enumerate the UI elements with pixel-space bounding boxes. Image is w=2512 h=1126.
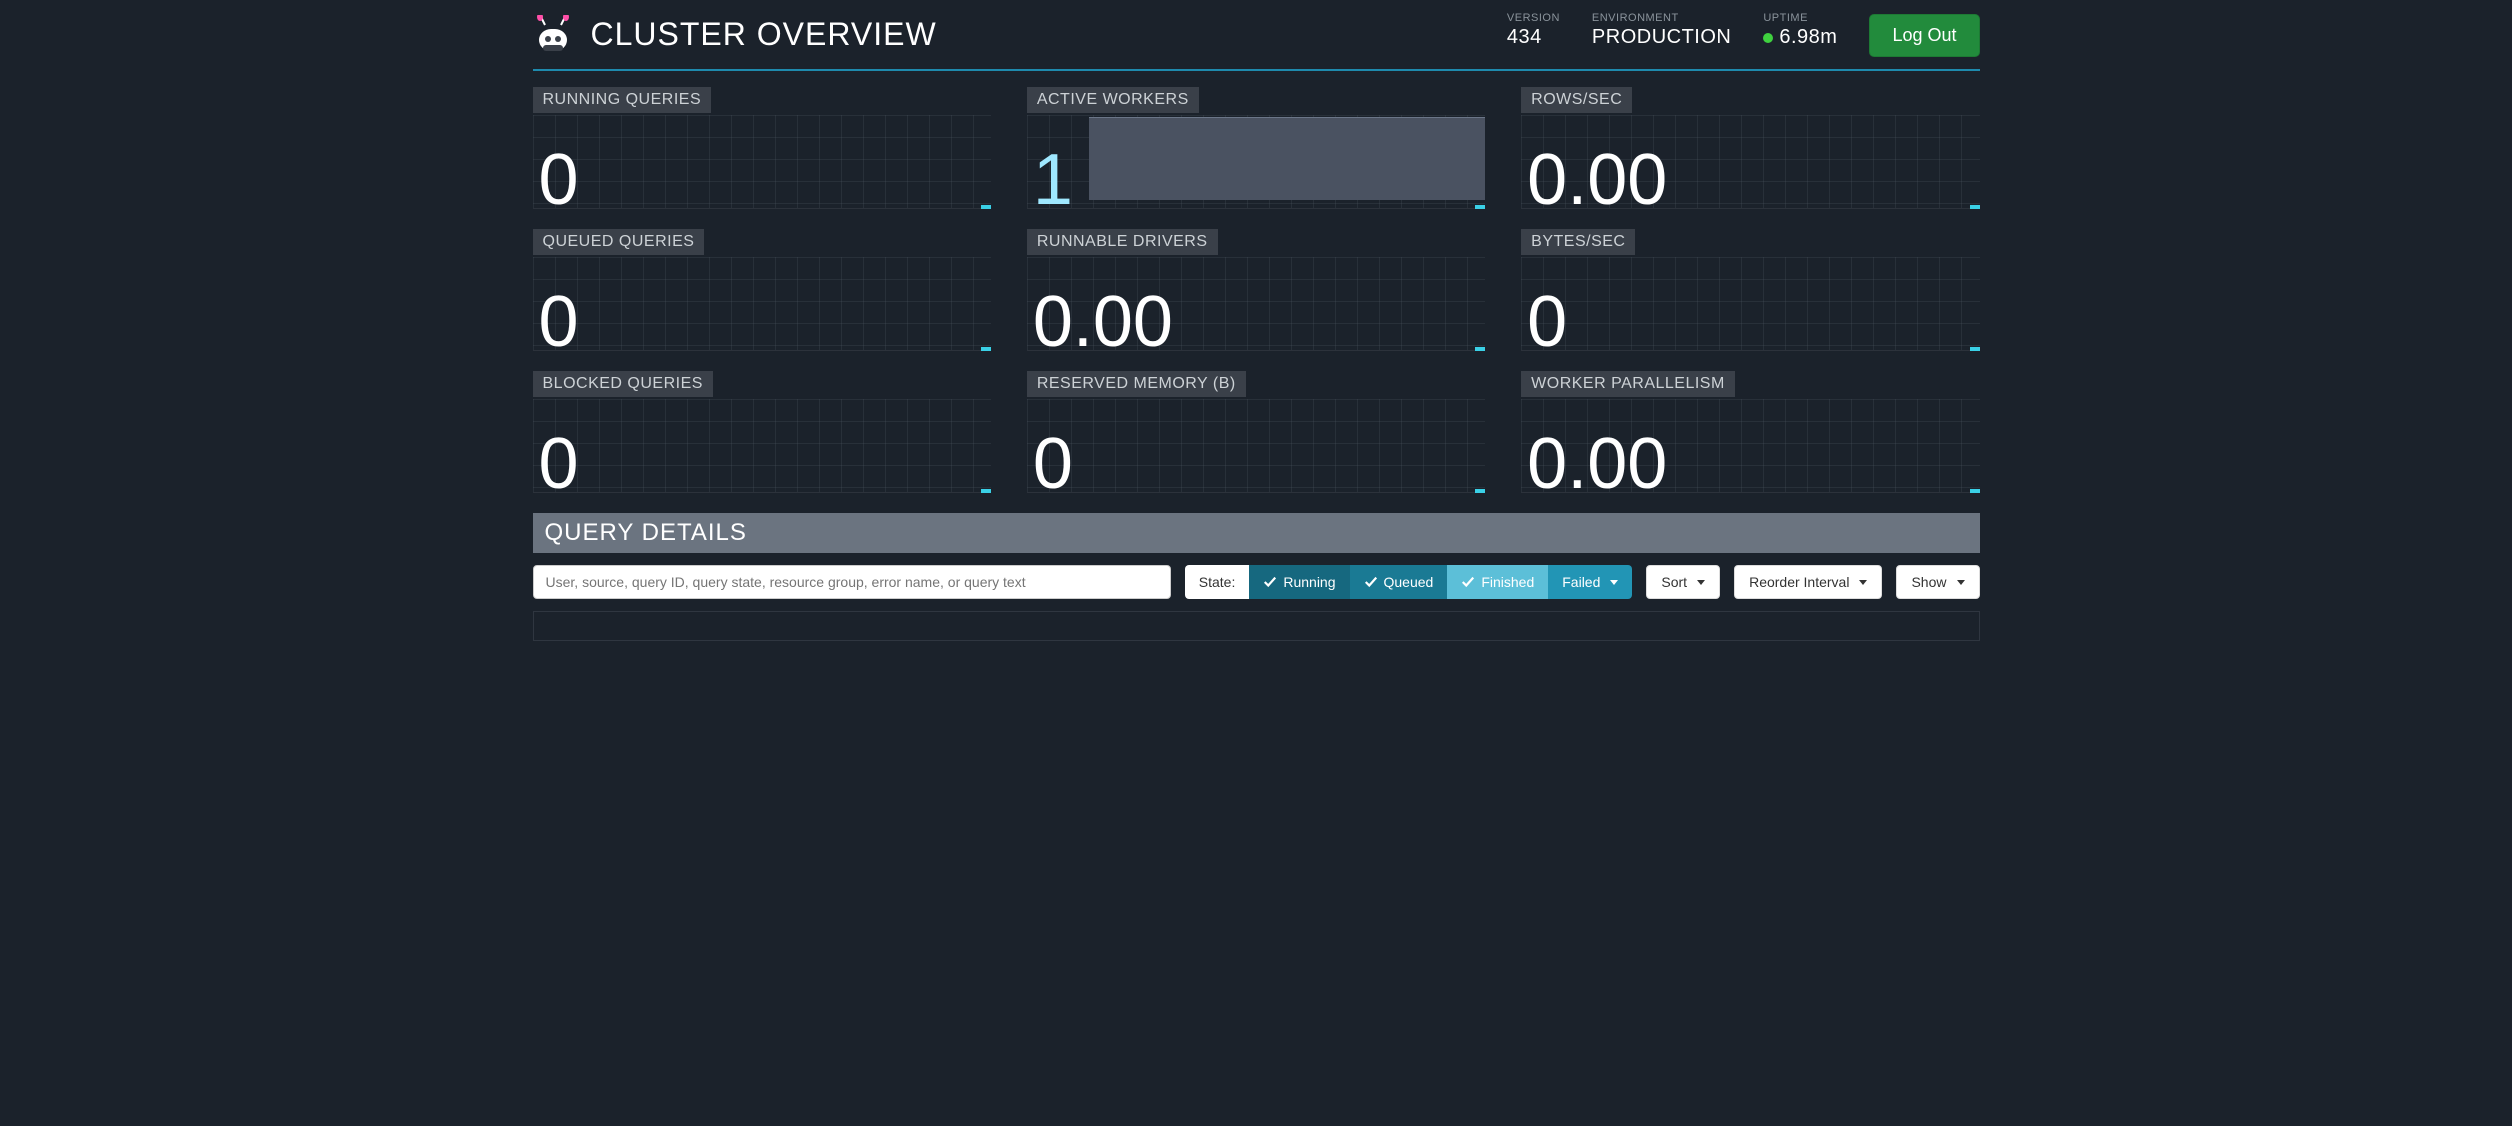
filter-finished-label: Finished [1481, 574, 1534, 590]
stat-reserved-memory: RESERVED MEMORY (B) 0 [1027, 371, 1485, 493]
environment-label: ENVIRONMENT [1592, 12, 1731, 24]
stat-value: 0.00 [1527, 428, 1667, 500]
stat-bytes-sec: BYTES/SEC 0 [1521, 229, 1979, 351]
stat-value: 0.00 [1527, 144, 1667, 216]
stat-active-workers: ACTIVE WORKERS 1 [1027, 87, 1485, 209]
version-label: VERSION [1507, 12, 1560, 24]
state-filter-group: State: Running Queued Finished Failed [1185, 565, 1633, 599]
stat-value: 0.00 [1033, 286, 1173, 358]
stats-grid: RUNNING QUERIES 0 ACTIVE WORKERS 1 ROWS/… [533, 71, 1980, 509]
stat-label: RUNNABLE DRIVERS [1027, 229, 1218, 255]
stat-rows-sec: ROWS/SEC 0.00 [1521, 87, 1979, 209]
logout-button[interactable]: Log Out [1869, 14, 1979, 57]
show-label: Show [1911, 574, 1946, 590]
sort-dropdown[interactable]: Sort [1646, 565, 1720, 599]
stat-runnable-drivers: RUNNABLE DRIVERS 0.00 [1027, 229, 1485, 351]
query-details-header: QUERY DETAILS [533, 513, 1980, 553]
filter-queued-button[interactable]: Queued [1350, 565, 1448, 599]
query-results-area [533, 611, 1980, 641]
stat-sparkline: 0.00 [1521, 399, 1979, 493]
filter-running-button[interactable]: Running [1249, 565, 1349, 599]
version-stat: VERSION 434 [1507, 12, 1560, 49]
stat-queued-queries: QUEUED QUERIES 0 [533, 229, 991, 351]
filter-queued-label: Queued [1384, 574, 1434, 590]
stat-sparkline: 0 [533, 115, 991, 209]
stat-label: RESERVED MEMORY (B) [1027, 371, 1246, 397]
check-icon [1263, 575, 1277, 589]
page-title: CLUSTER OVERVIEW [591, 16, 937, 53]
stat-label: WORKER PARALLELISM [1521, 371, 1735, 397]
query-search-input[interactable] [533, 565, 1171, 599]
state-label: State: [1185, 565, 1250, 599]
check-icon [1461, 575, 1475, 589]
stat-sparkline: 0 [533, 399, 991, 493]
filter-finished-button[interactable]: Finished [1447, 565, 1548, 599]
stat-value: 0 [539, 428, 579, 500]
stat-sparkline: 0.00 [1521, 115, 1979, 209]
stat-blocked-queries: BLOCKED QUERIES 0 [533, 371, 991, 493]
reorder-interval-dropdown[interactable]: Reorder Interval [1734, 565, 1882, 599]
trino-logo-icon [533, 15, 573, 55]
uptime-label: UPTIME [1763, 12, 1837, 24]
uptime-stat: UPTIME 6.98m [1763, 12, 1837, 49]
caret-down-icon [1697, 580, 1705, 585]
stat-value: 0 [539, 286, 579, 358]
version-value: 434 [1507, 26, 1560, 49]
stat-label: ACTIVE WORKERS [1027, 87, 1199, 113]
uptime-value: 6.98m [1779, 26, 1837, 49]
stat-sparkline: 1 [1027, 115, 1485, 209]
stat-value: 0 [1033, 428, 1073, 500]
filter-running-label: Running [1283, 574, 1335, 590]
stat-running-queries: RUNNING QUERIES 0 [533, 87, 991, 209]
stat-sparkline: 0 [1027, 399, 1485, 493]
query-details-title: QUERY DETAILS [545, 519, 1968, 547]
query-toolbar: State: Running Queued Finished Failed So… [533, 553, 1980, 611]
caret-down-icon [1859, 580, 1867, 585]
check-icon [1364, 575, 1378, 589]
stat-sparkline: 0 [533, 257, 991, 351]
stat-label: QUEUED QUERIES [533, 229, 705, 255]
caret-down-icon [1957, 580, 1965, 585]
status-dot-icon [1763, 33, 1773, 43]
stat-sparkline: 0 [1521, 257, 1979, 351]
stat-worker-parallelism: WORKER PARALLELISM 0.00 [1521, 371, 1979, 493]
environment-stat: ENVIRONMENT PRODUCTION [1592, 12, 1731, 49]
header-bar: CLUSTER OVERVIEW VERSION 434 ENVIRONMENT… [533, 0, 1980, 71]
stat-value: 0 [539, 144, 579, 216]
sort-label: Sort [1661, 574, 1687, 590]
caret-down-icon [1610, 580, 1618, 585]
stat-label: BLOCKED QUERIES [533, 371, 713, 397]
stat-label: BYTES/SEC [1521, 229, 1635, 255]
header-left: CLUSTER OVERVIEW [533, 15, 937, 55]
header-right: VERSION 434 ENVIRONMENT PRODUCTION UPTIM… [1507, 12, 1980, 57]
environment-value: PRODUCTION [1592, 26, 1731, 49]
reorder-label: Reorder Interval [1749, 574, 1849, 590]
stat-value: 1 [1033, 144, 1073, 216]
stat-value: 0 [1527, 286, 1567, 358]
stat-label: RUNNING QUERIES [533, 87, 712, 113]
stat-label: ROWS/SEC [1521, 87, 1632, 113]
stat-sparkline: 0.00 [1027, 257, 1485, 351]
filter-failed-label: Failed [1562, 574, 1600, 590]
show-dropdown[interactable]: Show [1896, 565, 1979, 599]
filter-failed-button[interactable]: Failed [1548, 565, 1632, 599]
sparkline-fill [1089, 117, 1485, 200]
